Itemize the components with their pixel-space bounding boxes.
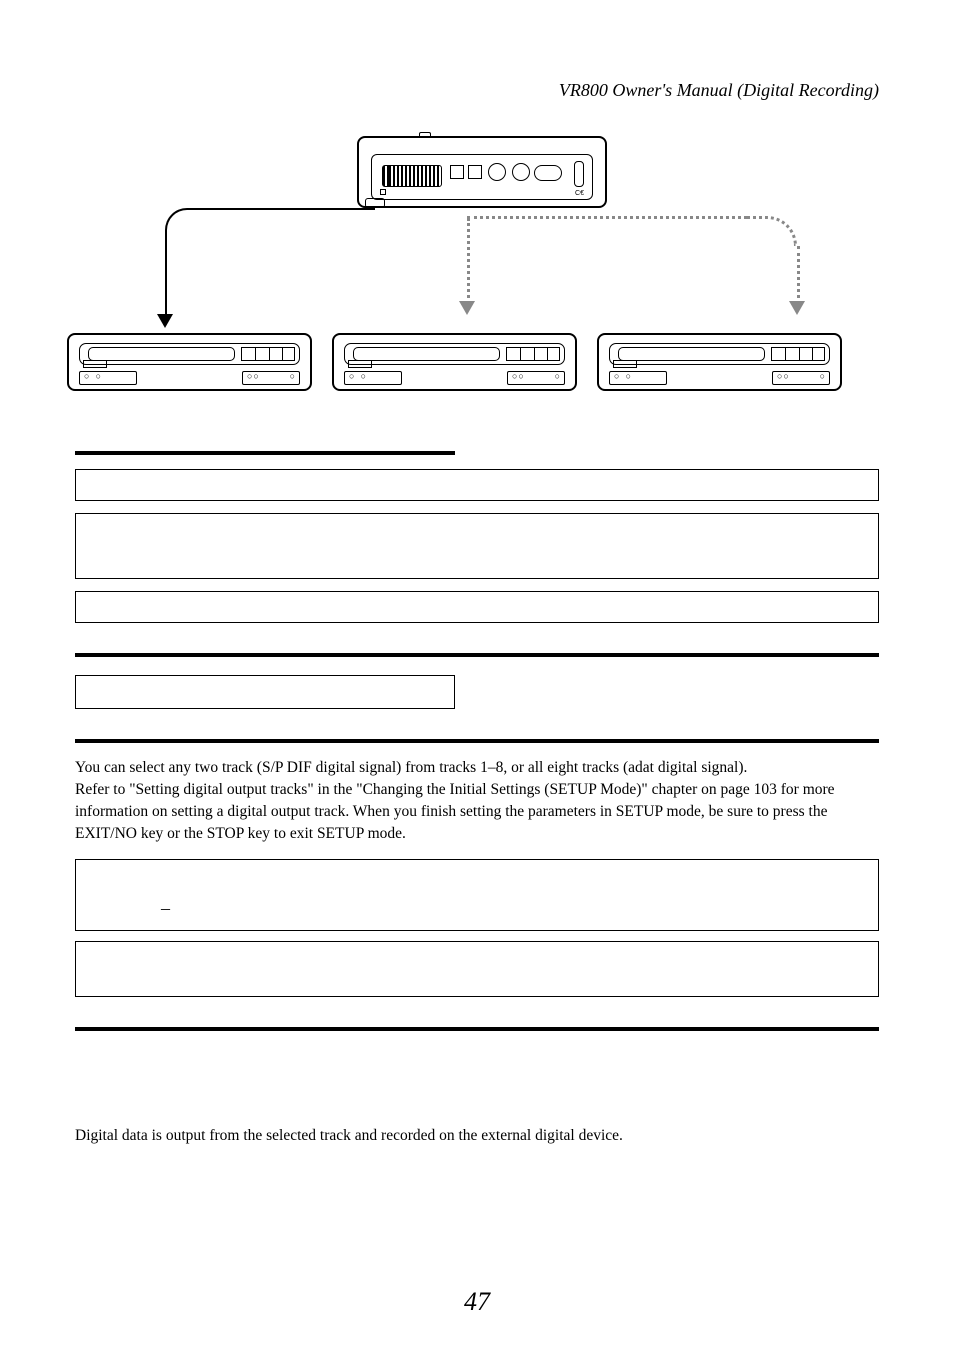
section-divider — [75, 451, 455, 455]
section-divider — [75, 739, 879, 743]
page-header: VR800 Owner's Manual (Digital Recording) — [75, 80, 879, 101]
page-number: 47 — [0, 1287, 954, 1317]
arrow-icon — [459, 301, 475, 315]
empty-box — [75, 513, 879, 579]
arrow-icon — [157, 314, 173, 328]
section-divider — [75, 1027, 879, 1031]
external-device-icon — [332, 333, 577, 391]
section-divider — [75, 653, 879, 657]
empty-box — [75, 469, 879, 501]
body-paragraph: You can select any two track (S/P DIF di… — [75, 757, 879, 845]
connection-diagram: C€ — [137, 136, 817, 391]
vr800-unit-icon: C€ — [357, 136, 607, 208]
external-device-icon — [597, 333, 842, 391]
footer-paragraph: Digital data is output from the selected… — [75, 1125, 879, 1147]
text-box-with-dash — [75, 859, 879, 931]
arrow-icon — [789, 301, 805, 315]
empty-box — [75, 675, 455, 709]
empty-box — [75, 591, 879, 623]
external-device-icon — [67, 333, 312, 391]
empty-box — [75, 941, 879, 997]
